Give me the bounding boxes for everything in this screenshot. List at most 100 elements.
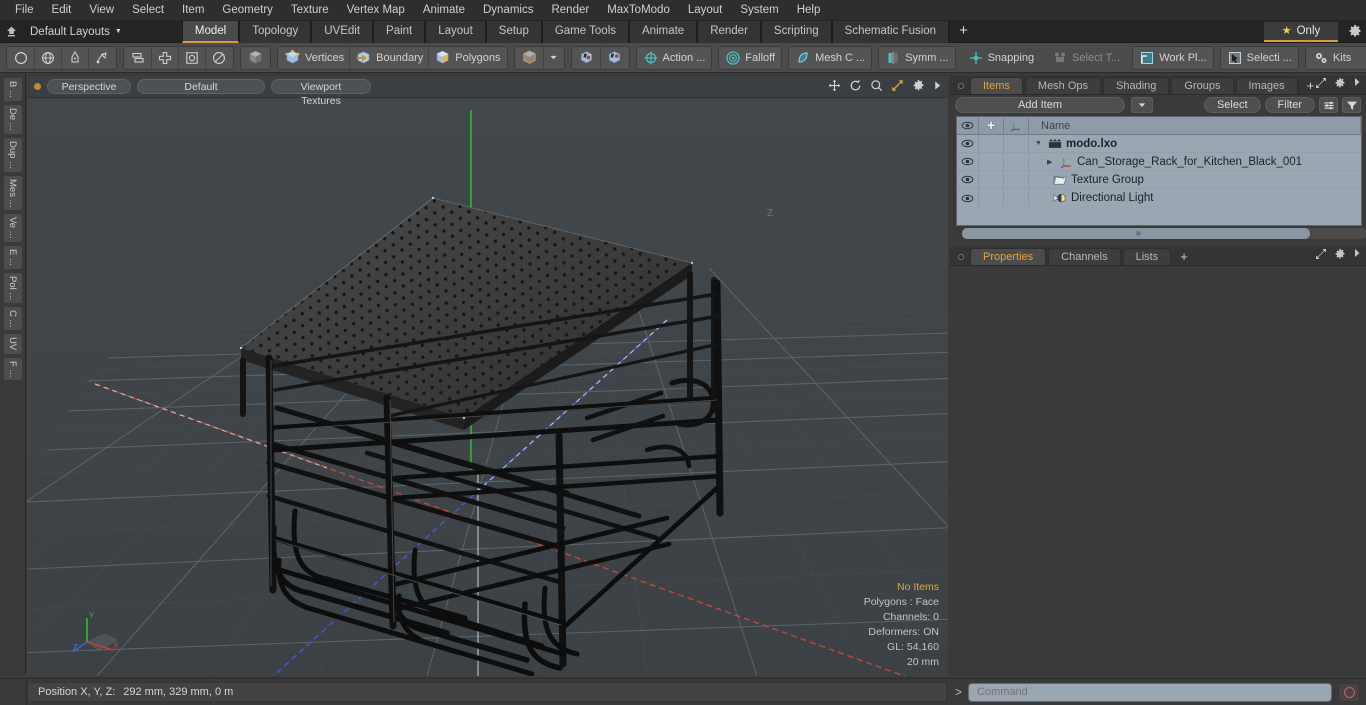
tab-layout[interactable]: Layout: [425, 20, 486, 43]
snapping-button[interactable]: Snapping: [963, 47, 1040, 69]
cube-grey-icon-button[interactable]: [242, 47, 269, 69]
row-visibility-toggle[interactable]: [957, 134, 979, 153]
menu-item-texture[interactable]: Texture: [282, 0, 338, 21]
chevron-right-icon[interactable]: [933, 80, 942, 94]
row-transform-cell[interactable]: [1004, 134, 1029, 153]
gear-icon[interactable]: [1334, 77, 1346, 92]
tab-animate[interactable]: Animate: [629, 20, 698, 43]
eye-icon[interactable]: [957, 117, 979, 135]
sidebar-tab-basic[interactable]: B ...: [2, 77, 23, 102]
tab-game-tools[interactable]: Game Tools: [541, 20, 629, 43]
add-item-dropdown-icon[interactable]: [1131, 97, 1153, 113]
command-input[interactable]: [968, 682, 1332, 702]
row-visibility-toggle[interactable]: [957, 189, 979, 207]
viewport-canvas[interactable]: Z: [27, 98, 948, 676]
row-name-mesh[interactable]: ▶ Can_Storage_Rack_for_Kitchen_Black_001: [1029, 156, 1361, 168]
sidebar-tab-uv[interactable]: UV: [2, 333, 23, 355]
sidebar-tab-duplicate[interactable]: Dup ...: [2, 136, 23, 173]
filter-button[interactable]: Filter: [1264, 97, 1315, 113]
viewport-projection-selector[interactable]: Perspective: [47, 79, 131, 94]
only-toggle-button[interactable]: ★ Only: [1264, 22, 1338, 42]
tab-schematic-fusion[interactable]: Schematic Fusion: [831, 20, 950, 43]
menu-item-select[interactable]: Select: [123, 0, 173, 21]
table-row[interactable]: Directional Light: [957, 189, 1361, 207]
rotate-icon-button[interactable]: [206, 47, 232, 69]
chevron-right-icon[interactable]: [1353, 248, 1361, 263]
menu-item-item[interactable]: Item: [173, 0, 213, 21]
viewport-style-selector[interactable]: Default: [137, 79, 265, 94]
tab-channels[interactable]: Channels: [1048, 248, 1121, 265]
row-lock-cell[interactable]: [979, 152, 1004, 171]
add-item-button[interactable]: Add Item: [955, 97, 1125, 113]
plus-icon[interactable]: [979, 117, 1004, 135]
viewport-textures-selector[interactable]: Viewport Textures: [271, 79, 371, 107]
zoom-icon[interactable]: [870, 79, 883, 95]
select-back-icon-button[interactable]: [601, 47, 628, 69]
items-horizontal-scrollbar[interactable]: [962, 228, 1366, 241]
menu-item-view[interactable]: View: [80, 0, 123, 21]
boundary-button[interactable]: Boundary: [350, 46, 430, 69]
action-center-button[interactable]: Action ...: [638, 47, 711, 69]
add-properties-tab-button[interactable]: +: [1173, 248, 1195, 265]
list-options-icon[interactable]: [1319, 97, 1338, 113]
sidebar-tab-polygon[interactable]: Pol ...: [2, 271, 23, 304]
table-row[interactable]: ▼ modo.lxo: [957, 134, 1361, 153]
add-tab-button[interactable]: +: [949, 21, 978, 43]
gear-icon[interactable]: [1334, 248, 1346, 263]
tab-properties[interactable]: Properties: [970, 248, 1047, 265]
tab-topology[interactable]: Topology: [239, 20, 312, 43]
expand-icon[interactable]: [1315, 77, 1327, 92]
select-button[interactable]: Select: [1203, 97, 1261, 113]
move-plus-icon-button[interactable]: [152, 46, 179, 69]
menu-item-geometry[interactable]: Geometry: [213, 0, 282, 21]
gear-icon[interactable]: [1348, 24, 1362, 41]
menu-item-animate[interactable]: Animate: [414, 0, 474, 21]
tab-images[interactable]: Images: [1235, 77, 1298, 94]
tab-items[interactable]: Items: [970, 77, 1023, 94]
menu-item-maxtomodo[interactable]: MaxToModo: [598, 0, 679, 21]
rotate-icon[interactable]: [849, 79, 862, 95]
row-transform-cell[interactable]: [1004, 170, 1029, 189]
sidebar-tab-curve[interactable]: C ...: [2, 305, 23, 332]
gear-icon[interactable]: [912, 79, 925, 95]
funnel-icon[interactable]: [1342, 97, 1361, 113]
scale-box-icon-button[interactable]: [179, 46, 206, 69]
chevron-right-icon[interactable]: [1353, 77, 1361, 92]
menu-item-layout[interactable]: Layout: [679, 0, 732, 21]
row-lock-cell[interactable]: [979, 170, 1004, 189]
tab-paint[interactable]: Paint: [373, 20, 426, 43]
table-row[interactable]: ▶ Can_Storage_Rack_for_Kitchen_Black_001: [957, 152, 1361, 171]
row-lock-cell[interactable]: [979, 189, 1004, 207]
viewport-3d[interactable]: Perspective Default Viewport Textures Z …: [27, 76, 948, 676]
selection-sets-button[interactable]: Selecti ...: [1222, 47, 1297, 69]
chevron-down-icon[interactable]: [544, 47, 563, 69]
menu-item-edit[interactable]: Edit: [43, 0, 81, 21]
tab-setup[interactable]: Setup: [485, 20, 542, 43]
menu-item-help[interactable]: Help: [788, 0, 830, 21]
tab-render[interactable]: Render: [697, 20, 761, 43]
row-transform-cell[interactable]: [1004, 189, 1029, 207]
scrollbar-thumb[interactable]: [962, 228, 1311, 239]
sidebar-tab-deform[interactable]: De ...: [2, 103, 23, 135]
tab-lists[interactable]: Lists: [1122, 248, 1172, 265]
expand-icon[interactable]: [1315, 248, 1327, 263]
sidebar-tab-fusion[interactable]: F ...: [2, 356, 23, 381]
falloff-button[interactable]: Falloff: [720, 47, 780, 69]
curve-icon-button[interactable]: [89, 47, 115, 69]
vertices-button[interactable]: Vertices: [279, 46, 351, 69]
kits-button[interactable]: Kits: [1307, 47, 1366, 69]
tab-shading[interactable]: Shading: [1103, 77, 1170, 94]
layout-preset-selector[interactable]: Default Layouts ▼: [22, 21, 132, 43]
pen-icon-button[interactable]: [62, 46, 89, 69]
expander-icon[interactable]: ▼: [1035, 140, 1044, 147]
row-visibility-toggle[interactable]: [957, 170, 979, 189]
globe-icon-button[interactable]: [35, 46, 62, 69]
mesh-constraint-button[interactable]: Mesh C ...: [790, 47, 870, 69]
work-plane-button[interactable]: Work Pl...: [1134, 47, 1211, 69]
select-through-button[interactable]: Select T...: [1047, 47, 1125, 69]
axis-icon[interactable]: [1004, 117, 1029, 135]
fit-icon[interactable]: [891, 79, 904, 95]
tab-model[interactable]: Model: [181, 20, 240, 43]
cube-orange-icon-button[interactable]: [516, 46, 544, 69]
tab-scripting[interactable]: Scripting: [760, 20, 832, 43]
